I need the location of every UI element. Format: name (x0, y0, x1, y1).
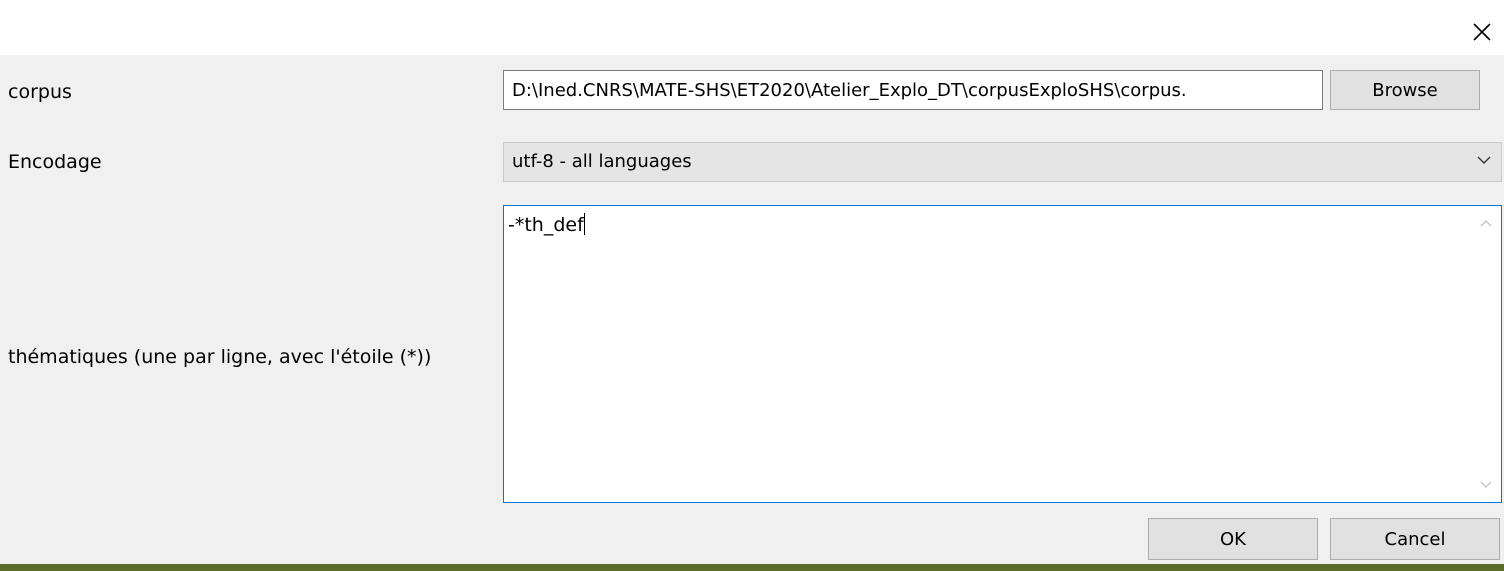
themes-scrollbar[interactable] (1471, 206, 1501, 502)
text-caret (583, 213, 585, 235)
browse-button[interactable]: Browse (1330, 70, 1480, 110)
close-button[interactable] (1462, 12, 1502, 52)
encoding-label: Encodage (8, 151, 102, 173)
cancel-button-label: Cancel (1384, 528, 1446, 550)
chevron-down-icon (1477, 156, 1491, 164)
scroll-down-button[interactable] (1471, 470, 1501, 500)
scroll-up-button[interactable] (1471, 208, 1501, 238)
themes-textarea[interactable]: -*th_def (503, 205, 1502, 503)
corpus-path-input[interactable] (503, 70, 1323, 110)
dialog-titlebar (0, 0, 1504, 55)
ok-button-label: OK (1220, 528, 1246, 550)
ok-button[interactable]: OK (1148, 518, 1318, 560)
bottom-border-strip (0, 564, 1504, 571)
cancel-button[interactable]: Cancel (1330, 518, 1500, 560)
chevron-up-icon (1480, 220, 1492, 227)
encoding-selected-value: utf-8 - all languages (512, 151, 692, 172)
themes-label: thématiques (une par ligne, avec l'étoil… (8, 346, 432, 368)
close-icon (1473, 23, 1491, 41)
browse-button-label: Browse (1372, 79, 1438, 101)
themes-text: -*th_def (508, 214, 584, 236)
encoding-select[interactable]: utf-8 - all languages (503, 142, 1502, 182)
chevron-down-icon (1480, 481, 1492, 488)
corpus-label: corpus (8, 81, 72, 103)
